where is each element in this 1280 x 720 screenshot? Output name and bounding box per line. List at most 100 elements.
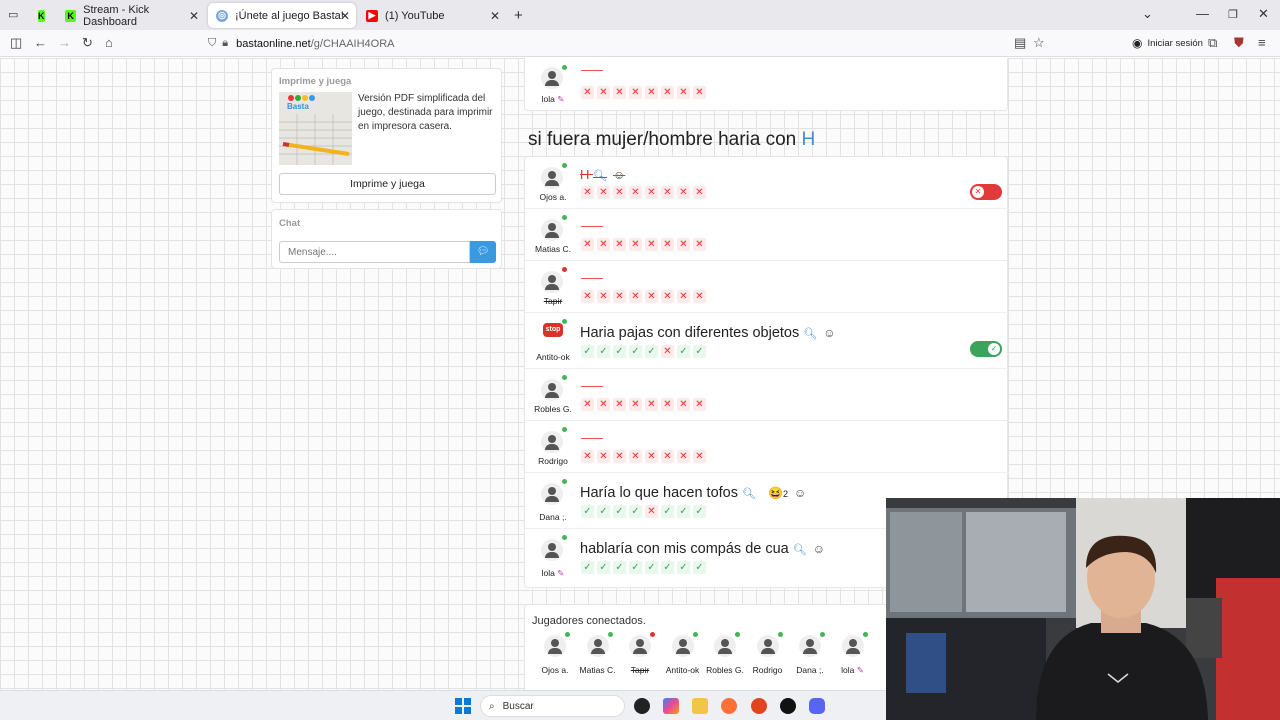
- vote-x-icon: ✕: [661, 450, 674, 463]
- online-status-dot: [565, 632, 570, 637]
- menu-icon[interactable]: ≡: [1258, 35, 1266, 50]
- close-icon[interactable]: ✕: [340, 9, 350, 23]
- player-name: Antito-ok: [536, 352, 570, 362]
- taskbar-search-label: Buscar: [502, 700, 534, 712]
- firefox-icon[interactable]: [721, 698, 737, 714]
- online-status-dot: [862, 632, 868, 637]
- search-icon[interactable]: 🔍︎: [742, 488, 756, 500]
- online-status-dot: [562, 535, 567, 540]
- answer-text: Haria pajas con diferentes objetos: [580, 325, 800, 341]
- vote-x-icon: ✕: [677, 238, 690, 251]
- chat-send-button[interactable]: 💬︎: [470, 241, 496, 263]
- copilot-icon[interactable]: [663, 698, 679, 714]
- url-domain: bastaonline.net: [236, 37, 311, 50]
- url-bar[interactable]: ⛉ 🔒︎ bastaonline.net/g/CHAAIH4ORA: [200, 33, 1050, 54]
- reader-view-icon[interactable]: ▤: [1014, 35, 1026, 51]
- avatar: [541, 431, 563, 453]
- tab-basta[interactable]: ◎ ¡Únete al juego Basta! ✕: [208, 3, 356, 28]
- forward-icon[interactable]: →: [58, 35, 71, 50]
- vote-list: ✓ ✓ ✓ ✓ ✓ ✕ ✓ ✓: [581, 345, 706, 358]
- answer-row: Ojos a. H 🔍︎ ☺︎ ✕ ✕ ✕ ✕ ✕ ✕ ✕ ✕ ✕: [525, 157, 1009, 209]
- add-reaction-icon[interactable]: ☺︎: [613, 168, 625, 182]
- search-icon[interactable]: 🔍︎: [793, 544, 807, 556]
- taskbar-search[interactable]: ⌕ Buscar: [480, 695, 625, 717]
- add-reaction-icon[interactable]: ☺︎: [794, 486, 806, 500]
- file-explorer-icon[interactable]: [692, 698, 708, 714]
- new-tab-icon[interactable]: +: [514, 7, 523, 24]
- minimize-icon[interactable]: —: [1196, 6, 1209, 21]
- answer-row: Matias C. ✕ ✕ ✕ ✕ ✕ ✕ ✕ ✕: [525, 209, 1009, 261]
- player-name: Rodrigo: [538, 456, 568, 466]
- chat-message-input[interactable]: [279, 241, 470, 263]
- vote-ok-icon: ✓: [677, 505, 690, 518]
- vote-ok-icon: ✓: [613, 505, 626, 518]
- empty-answer: [581, 438, 603, 439]
- taskbar: ⌕ Buscar: [0, 690, 886, 720]
- tab-list-icon[interactable]: ▭: [8, 8, 18, 21]
- category-text: si fuera mujer/hombre haria con: [528, 129, 797, 150]
- tab-youtube[interactable]: ▶ (1) YouTube ✕: [358, 3, 506, 28]
- vote-toggle[interactable]: ✓: [970, 341, 1002, 357]
- close-icon[interactable]: ✕: [490, 9, 500, 23]
- windows-start-icon[interactable]: [455, 698, 471, 714]
- tab-kick-pinned[interactable]: K: [30, 3, 56, 28]
- window-close-icon[interactable]: ✕: [1258, 6, 1269, 22]
- vote-x-icon: ✕: [661, 398, 674, 411]
- bookmark-star-icon[interactable]: ☆: [1033, 35, 1045, 51]
- tab-label: (1) YouTube: [385, 9, 445, 22]
- vote-x-icon: ✕: [629, 290, 642, 303]
- app-icon[interactable]: [634, 698, 650, 714]
- vote-x-icon: ✕: [629, 186, 642, 199]
- back-icon[interactable]: ←: [34, 35, 47, 50]
- vote-ok-icon: ✓: [693, 345, 706, 358]
- vote-x-icon: ✕: [677, 450, 690, 463]
- vote-x-icon: ✕: [629, 238, 642, 251]
- vote-ok-icon: ✓: [629, 505, 642, 518]
- category-title: si fuera mujer/hombre haria con H: [528, 129, 815, 151]
- reload-icon[interactable]: ↻: [82, 35, 93, 51]
- search-icon[interactable]: 🔍︎: [593, 170, 607, 182]
- avatar: [541, 219, 563, 241]
- chevron-down-icon[interactable]: ⌄: [1142, 6, 1153, 22]
- vote-x-icon: ✕: [597, 86, 610, 99]
- online-status-dot: [777, 632, 783, 637]
- online-status-dot: [562, 163, 567, 168]
- extensions-icon[interactable]: ⧉: [1208, 35, 1217, 51]
- webcam-overlay: [886, 498, 1280, 720]
- vote-x-icon: ✕: [661, 238, 674, 251]
- sign-in-button[interactable]: ◉ Iniciar sesión: [1132, 36, 1203, 50]
- close-icon[interactable]: ✕: [189, 9, 199, 23]
- vote-x-icon: ✕: [581, 450, 594, 463]
- discord-icon[interactable]: [809, 698, 825, 714]
- reaction-emoji[interactable]: 😆: [768, 486, 783, 500]
- vote-toggle[interactable]: ✕: [970, 184, 1002, 200]
- add-reaction-icon[interactable]: ☺︎: [823, 326, 835, 340]
- youtube-icon: ▶: [366, 9, 378, 22]
- answer-row: Rodrigo ✕ ✕ ✕ ✕ ✕ ✕ ✕ ✕: [525, 421, 1009, 473]
- online-status-dot: [650, 632, 655, 637]
- online-status-dot: [562, 479, 567, 484]
- add-reaction-icon[interactable]: ☺︎: [813, 542, 825, 556]
- tab-kick-dashboard[interactable]: K Stream - Kick Dashboard ✕: [57, 3, 205, 28]
- x-icon: ✕: [972, 186, 984, 198]
- vote-x-icon: ✕: [597, 450, 610, 463]
- ublock-icon[interactable]: ⛊: [1234, 35, 1244, 51]
- vote-x-icon: ✕: [581, 186, 594, 199]
- obs-icon[interactable]: [780, 698, 796, 714]
- app-icon[interactable]: [751, 698, 767, 714]
- player-name: Robles G.: [534, 404, 572, 414]
- avatar: [541, 539, 563, 561]
- vote-x-icon: ✕: [645, 86, 658, 99]
- sidebar-icon[interactable]: ◫: [10, 35, 22, 51]
- tab-label: ¡Únete al juego Basta!: [235, 9, 344, 22]
- print-button[interactable]: Imprime y juega: [279, 173, 496, 195]
- chat-panel: Chat 💬︎: [271, 209, 502, 269]
- vote-x-icon: ✕: [661, 290, 674, 303]
- vote-x-icon: ✕: [613, 290, 626, 303]
- home-icon[interactable]: ⌂: [105, 35, 113, 50]
- vote-ok-icon: ✓: [645, 561, 658, 574]
- lock-icon: 🔒︎: [222, 37, 229, 49]
- search-icon[interactable]: 🔍︎: [803, 328, 817, 340]
- vote-list: ✕ ✕ ✕ ✕ ✕ ✕ ✕ ✕: [581, 238, 706, 251]
- maximize-icon[interactable]: ❐: [1228, 8, 1238, 21]
